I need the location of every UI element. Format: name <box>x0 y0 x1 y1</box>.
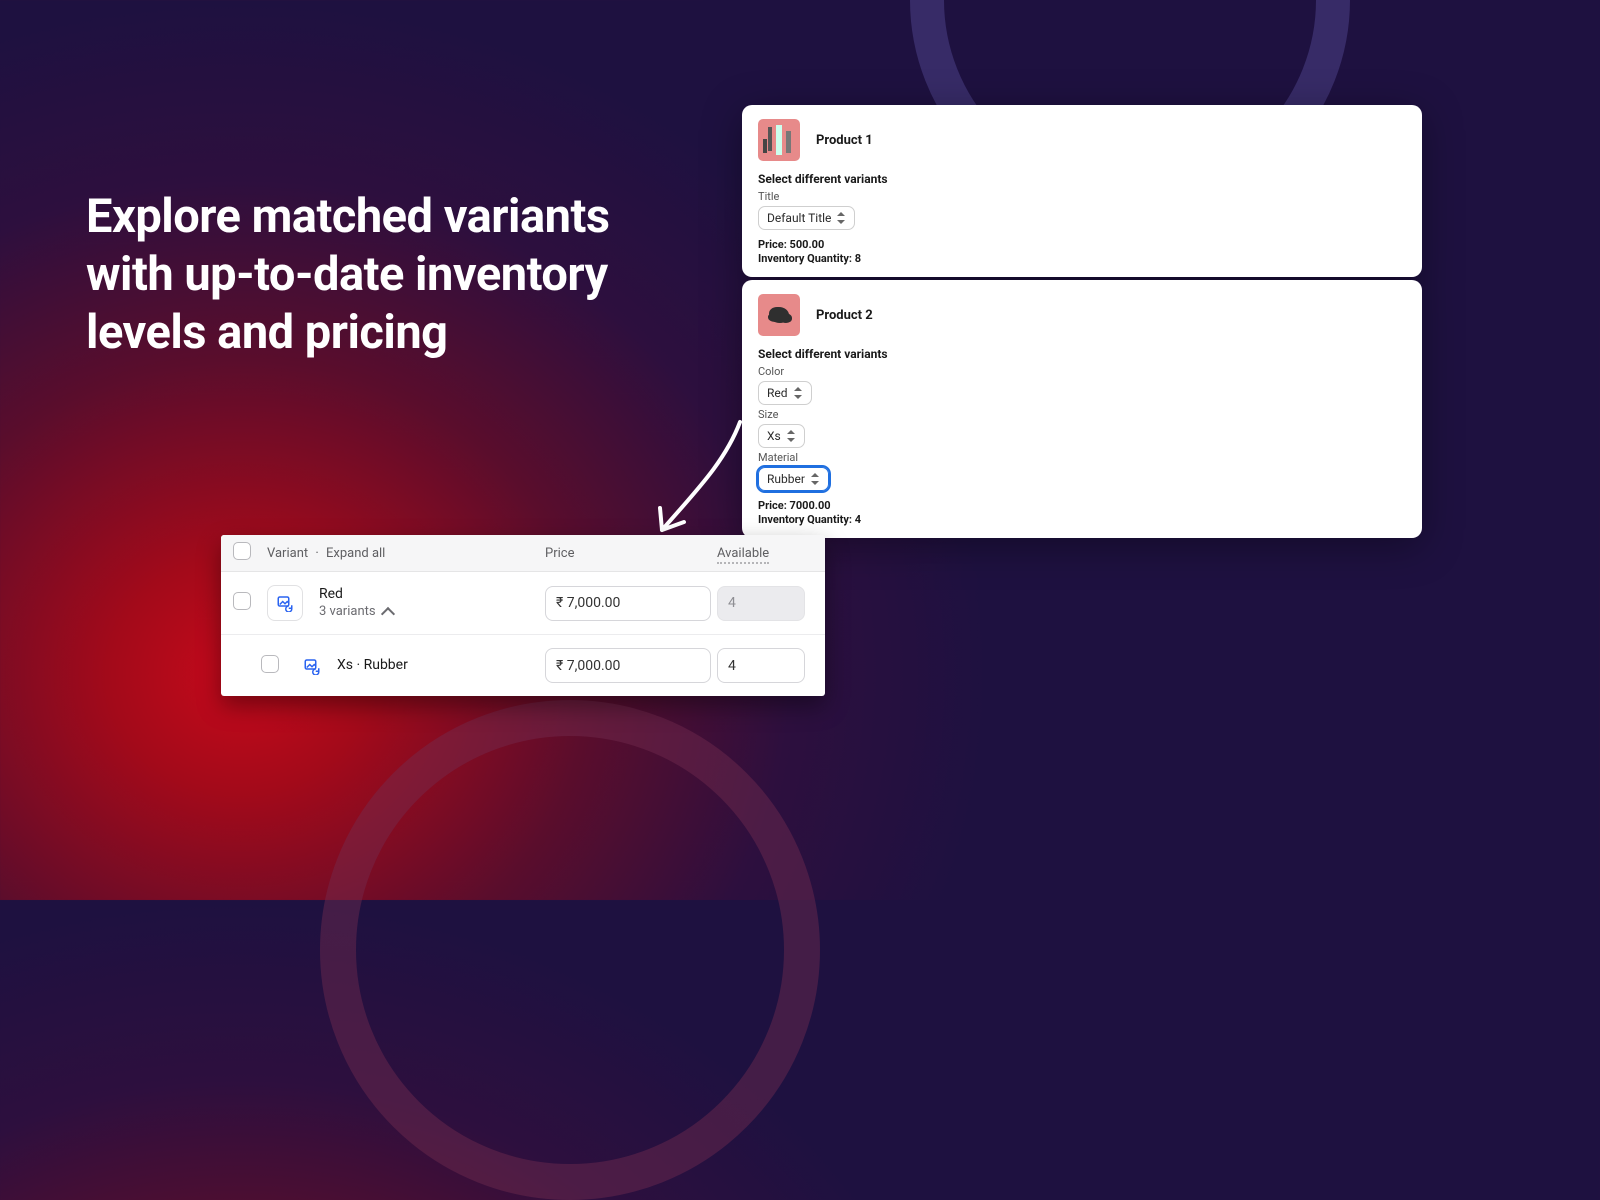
size-select[interactable]: Xs <box>758 424 805 448</box>
arrow-icon <box>640 412 750 542</box>
table-row: Red 3 variants ₹ 7,000.00 4 <box>221 572 825 635</box>
product-thumbnail-icon <box>758 119 800 161</box>
price-input[interactable]: ₹ 7,000.00 <box>545 648 711 683</box>
sort-icon <box>836 212 846 224</box>
select-variants-label: Select different variants <box>758 172 1406 186</box>
row-checkbox[interactable] <box>233 592 251 610</box>
title-select-value: Default Title <box>767 211 831 225</box>
size-label: Size <box>758 408 1406 421</box>
color-label: Color <box>758 365 1406 378</box>
expand-all-button[interactable]: Expand all <box>326 546 385 561</box>
product-name: Product 2 <box>816 308 873 323</box>
variant-name: Red <box>319 585 393 603</box>
variant-count-toggle[interactable]: 3 variants <box>319 604 393 621</box>
select-all-checkbox[interactable] <box>233 542 251 560</box>
sort-icon <box>810 473 820 485</box>
material-select[interactable]: Rubber <box>758 467 829 491</box>
material-select-value: Rubber <box>767 472 805 486</box>
inventory-line: Inventory Quantity: 8 <box>758 252 1406 265</box>
variants-table: Variant · Expand all Price Available Red… <box>221 535 825 696</box>
table-header: Variant · Expand all Price Available <box>221 535 825 572</box>
sort-icon <box>786 430 796 442</box>
product-thumbnail-icon <box>758 294 800 336</box>
price-line: Price: 7000.00 <box>758 499 1406 512</box>
material-label: Material <box>758 451 1406 464</box>
product-card-1: Product 1 Select different variants Titl… <box>742 105 1422 277</box>
available-input[interactable]: 4 <box>717 648 805 683</box>
bg-ring-bottom <box>320 700 820 1200</box>
product-cards-panel: Product 1 Select different variants Titl… <box>742 105 1422 538</box>
size-select-value: Xs <box>767 429 781 443</box>
title-select[interactable]: Default Title <box>758 206 855 230</box>
color-select[interactable]: Red <box>758 381 812 405</box>
select-variants-label: Select different variants <box>758 347 1406 361</box>
image-sync-icon <box>303 657 321 675</box>
available-input: 4 <box>717 586 805 621</box>
table-row: Xs · Rubber ₹ 7,000.00 4 <box>221 635 825 696</box>
variant-column-header: Variant <box>267 546 308 561</box>
variant-name: Xs · Rubber <box>337 656 408 674</box>
price-input[interactable]: ₹ 7,000.00 <box>545 586 711 621</box>
color-select-value: Red <box>767 386 788 400</box>
image-sync-icon <box>276 594 294 612</box>
inventory-line: Inventory Quantity: 4 <box>758 513 1406 526</box>
price-column-header: Price <box>545 546 717 561</box>
product-card-2: Product 2 Select different variants Colo… <box>742 280 1422 538</box>
price-line: Price: 500.00 <box>758 238 1406 251</box>
available-column-header: Available <box>717 546 769 564</box>
row-checkbox[interactable] <box>261 655 279 673</box>
sort-icon <box>793 387 803 399</box>
title-label: Title <box>758 190 1406 203</box>
product-name: Product 1 <box>816 133 873 148</box>
chevron-up-icon <box>381 607 395 621</box>
variant-image-placeholder[interactable] <box>267 585 303 621</box>
headline: Explore matched variants with up-to-date… <box>86 188 686 361</box>
